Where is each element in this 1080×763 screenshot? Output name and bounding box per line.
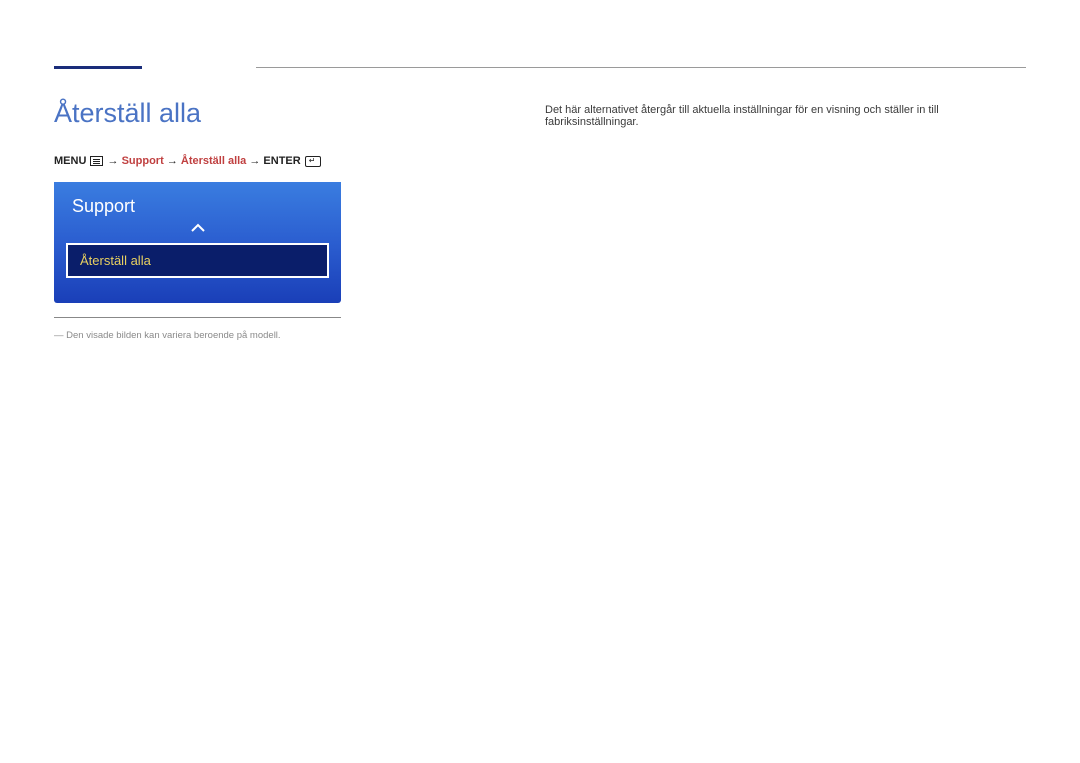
footnote-content: Den visade bilden kan variera beroende p… xyxy=(66,330,280,341)
footnote-text: ― Den visade bilden kan variera beroende… xyxy=(54,330,281,341)
page-title: Återställ alla xyxy=(54,98,201,129)
description-text: Det här alternativet återgår till aktuel… xyxy=(545,104,1025,128)
footnote-dash: ― xyxy=(54,330,66,341)
breadcrumb-reset-all: Återställ alla xyxy=(181,155,246,167)
chevron-up-icon[interactable] xyxy=(54,221,341,237)
menu-panel: Support Återställ alla xyxy=(54,182,341,303)
breadcrumb-arrow: → xyxy=(108,155,122,167)
breadcrumb-enter-label: ENTER xyxy=(263,155,300,167)
breadcrumb-arrow: → xyxy=(249,155,263,167)
footnote-divider xyxy=(54,317,341,318)
breadcrumb-menu-label: MENU xyxy=(54,155,86,167)
enter-icon xyxy=(305,156,321,167)
breadcrumb-arrow: → xyxy=(167,155,181,167)
breadcrumb-support: Support xyxy=(122,155,164,167)
top-divider-line xyxy=(256,67,1026,68)
breadcrumb: MENU → Support → Återställ alla → ENTER xyxy=(54,155,322,167)
top-accent-bar xyxy=(54,66,142,69)
menu-panel-title: Support xyxy=(54,182,341,225)
menu-item-reset-all[interactable]: Återställ alla xyxy=(66,243,329,278)
menu-icon xyxy=(90,156,103,166)
